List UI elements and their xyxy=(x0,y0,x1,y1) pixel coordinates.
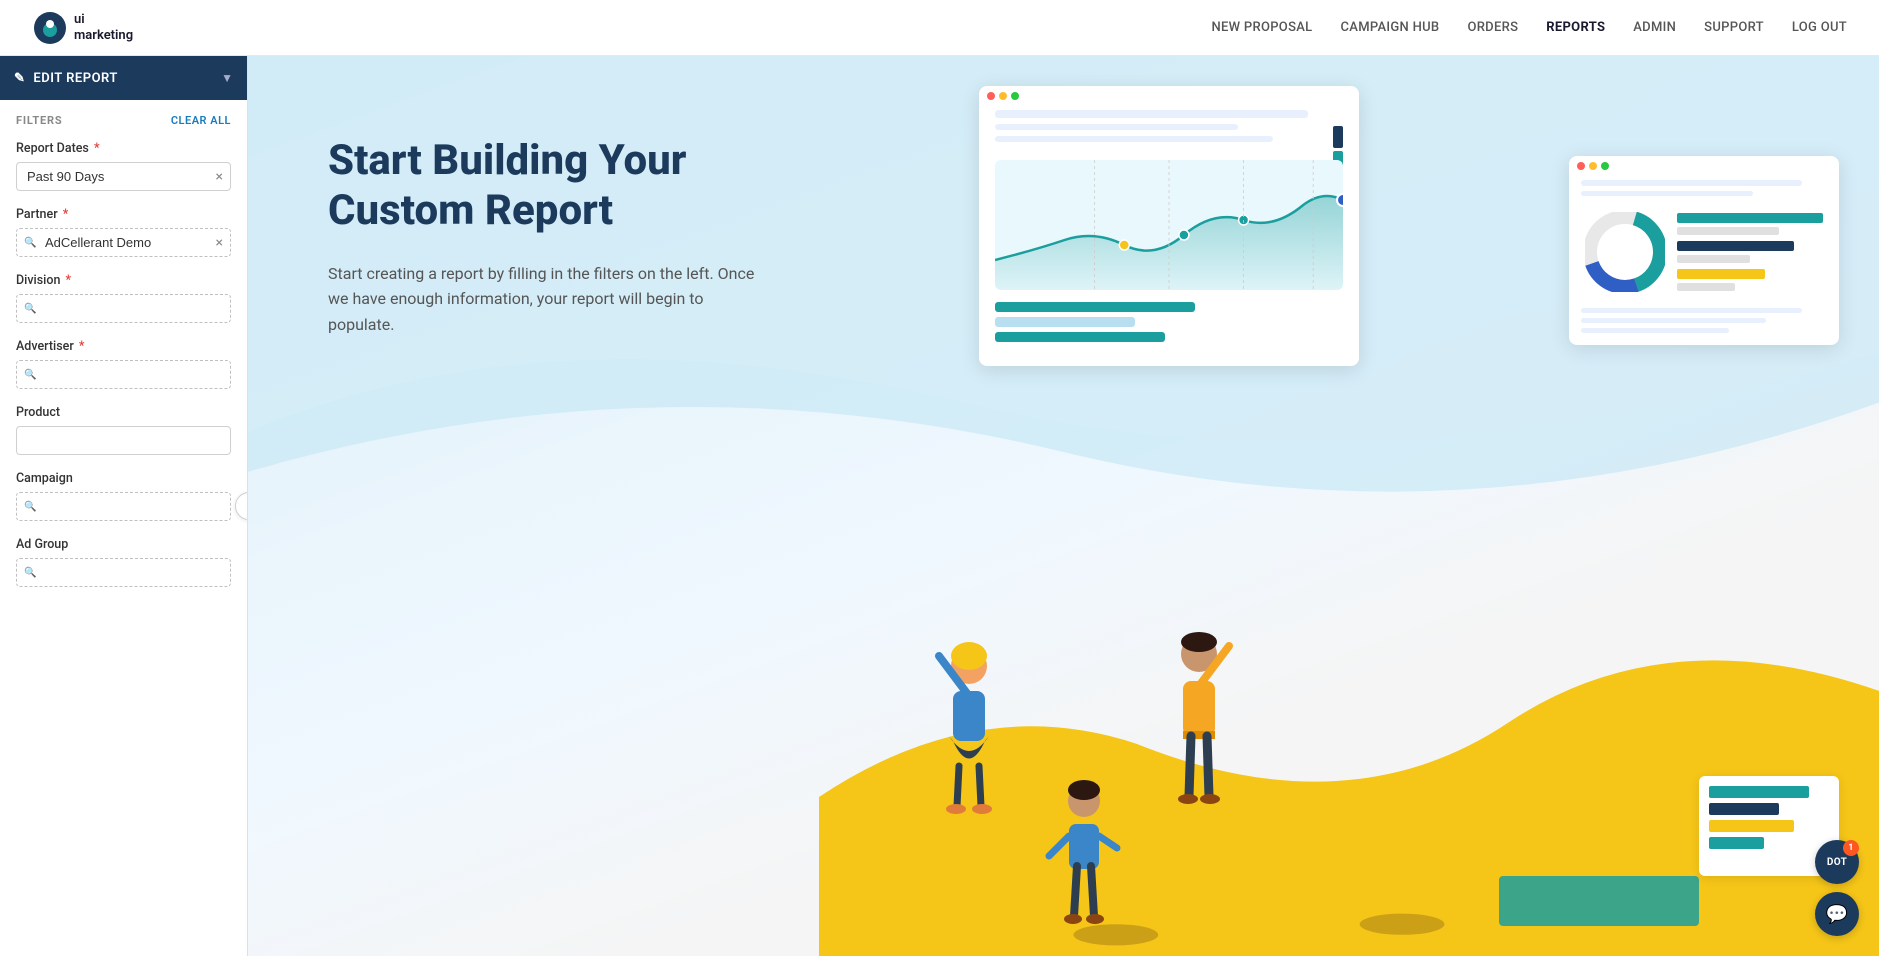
filter-label-ad-group: Ad Group xyxy=(16,537,231,552)
nav-link-orders[interactable]: ORDERS xyxy=(1467,20,1518,35)
search-icon-ad-group: 🔍 xyxy=(24,567,36,578)
main-subtext: Start creating a report by filling in th… xyxy=(328,261,768,338)
filter-group-report-dates: Report Dates * Past 7 DaysPast 30 DaysPas… xyxy=(16,141,231,191)
chat-icon: 💬 xyxy=(1826,904,1848,925)
nav-link-reports[interactable]: REPORTS xyxy=(1546,20,1605,35)
filters-container: Report Dates * Past 7 DaysPast 30 DaysPas… xyxy=(16,141,231,587)
search-icon-partner: 🔍 xyxy=(24,237,36,248)
filter-label-report-dates: Report Dates * xyxy=(16,141,231,156)
chat-button[interactable]: 💬 xyxy=(1815,892,1859,936)
filter-label-campaign: Campaign xyxy=(16,471,231,486)
small-card-dots xyxy=(1569,156,1839,176)
search-wrapper-campaign: 🔍 xyxy=(16,492,231,521)
logo-icon xyxy=(32,10,68,46)
main-content: Start Building Your Custom Report Start … xyxy=(248,56,1879,956)
teal-bar xyxy=(1499,876,1699,926)
filter-label-product: Product xyxy=(16,405,231,420)
main-layout: ✎ EDIT REPORT ▼ FILTERS CLEAR ALL Report… xyxy=(0,56,1879,956)
navbar: ui marketing NEW PROPOSAL CAMPAIGN HUB ORD… xyxy=(0,0,1879,56)
search-clear-partner[interactable]: × xyxy=(216,235,223,251)
nav-link-support[interactable]: SUPPORT xyxy=(1704,20,1764,35)
dashboard-card-main xyxy=(979,86,1359,366)
main-heading: Start Building Your Custom Report xyxy=(328,136,768,237)
nav-links: NEW PROPOSAL CAMPAIGN HUB ORDERS REPORTS ADM… xyxy=(1211,20,1847,35)
required-indicator-division: * xyxy=(62,273,71,288)
heading-line2: Custom Report xyxy=(328,186,613,235)
required-indicator-advertiser: * xyxy=(76,339,85,354)
required-indicator-partner: * xyxy=(60,207,69,222)
search-icon-campaign: 🔍 xyxy=(24,501,36,512)
illustration-area: DOT 1 💬 xyxy=(819,56,1879,956)
nav-link-admin[interactable]: ADMIN xyxy=(1633,20,1676,35)
chevron-down-icon: ▼ xyxy=(221,71,233,85)
sidebar-header[interactable]: ✎ EDIT REPORT ▼ xyxy=(0,56,247,100)
dot-green xyxy=(1011,92,1019,100)
search-wrapper-advertiser: 🔍 xyxy=(16,360,231,389)
sidebar: ✎ EDIT REPORT ▼ FILTERS CLEAR ALL Report… xyxy=(0,56,248,956)
select-report-dates[interactable]: Past 7 DaysPast 30 DaysPast 90 DaysCusto… xyxy=(16,162,231,191)
logo: ui marketing xyxy=(32,10,133,46)
required-indicator-report-dates: * xyxy=(91,141,100,156)
filter-group-advertiser: Advertiser * 🔍 xyxy=(16,339,231,389)
filter-group-product: Product xyxy=(16,405,231,455)
text-input-product[interactable] xyxy=(16,426,231,455)
select-clear-report-dates[interactable]: × xyxy=(216,170,223,184)
notification-count: 1 xyxy=(1848,843,1853,853)
search-wrapper-division: 🔍 xyxy=(16,294,231,323)
search-icon-division: 🔍 xyxy=(24,303,36,314)
figure-woman xyxy=(919,636,1019,836)
filter-group-partner: Partner *🔍× xyxy=(16,207,231,257)
search-input-ad-group[interactable] xyxy=(16,558,231,587)
figure-person xyxy=(1039,776,1129,936)
sidebar-header-label: EDIT REPORT xyxy=(33,71,118,86)
dashboard-card-small xyxy=(1569,156,1839,345)
sidebar-header-left: ✎ EDIT REPORT xyxy=(14,71,118,86)
clear-all-button[interactable]: CLEAR ALL xyxy=(171,114,231,127)
search-icon-advertiser: 🔍 xyxy=(24,369,36,380)
logo-line2: marketing xyxy=(74,28,133,44)
nav-link-new-proposal[interactable]: NEW PROPOSAL xyxy=(1211,20,1312,35)
logo-text: ui marketing xyxy=(74,12,133,43)
notification-badge: 1 xyxy=(1843,840,1859,856)
filter-label-advertiser: Advertiser * xyxy=(16,339,231,354)
dot-yellow xyxy=(999,92,1007,100)
dot-badge-label: DOT xyxy=(1827,857,1847,868)
dot-red xyxy=(987,92,995,100)
nav-link-campaign-hub[interactable]: CAMPAIGN HUB xyxy=(1340,20,1439,35)
dot-badge[interactable]: DOT 1 xyxy=(1815,840,1859,884)
filters-row: FILTERS CLEAR ALL xyxy=(16,114,231,127)
nav-link-log-out[interactable]: LOG OUT xyxy=(1792,20,1847,35)
figure-man xyxy=(1149,626,1249,826)
card-header-dots xyxy=(979,86,1359,106)
search-wrapper-partner: 🔍× xyxy=(16,228,231,257)
filter-group-campaign: Campaign 🔍 xyxy=(16,471,231,521)
dot-green-small xyxy=(1601,162,1609,170)
content-text: Start Building Your Custom Report Start … xyxy=(248,56,768,338)
filter-group-division: Division * 🔍 xyxy=(16,273,231,323)
search-input-division[interactable] xyxy=(16,294,231,323)
sidebar-filters: FILTERS CLEAR ALL Report Dates * Past 7 D… xyxy=(0,100,247,619)
search-wrapper-ad-group: 🔍 xyxy=(16,558,231,587)
search-input-advertiser[interactable] xyxy=(16,360,231,389)
heading-line1: Start Building Your xyxy=(328,136,686,185)
filter-label-partner: Partner * xyxy=(16,207,231,222)
search-input-campaign[interactable] xyxy=(16,492,231,521)
filter-group-ad-group: Ad Group 🔍 xyxy=(16,537,231,587)
search-input-partner[interactable] xyxy=(16,228,231,257)
dot-red-small xyxy=(1577,162,1585,170)
filter-label-division: Division * xyxy=(16,273,231,288)
filters-label: FILTERS xyxy=(16,114,62,127)
dot-yellow-small xyxy=(1589,162,1597,170)
edit-icon: ✎ xyxy=(14,71,25,86)
logo-line1: ui xyxy=(74,12,133,28)
select-wrapper-report-dates: Past 7 DaysPast 30 DaysPast 90 DaysCusto… xyxy=(16,162,231,191)
